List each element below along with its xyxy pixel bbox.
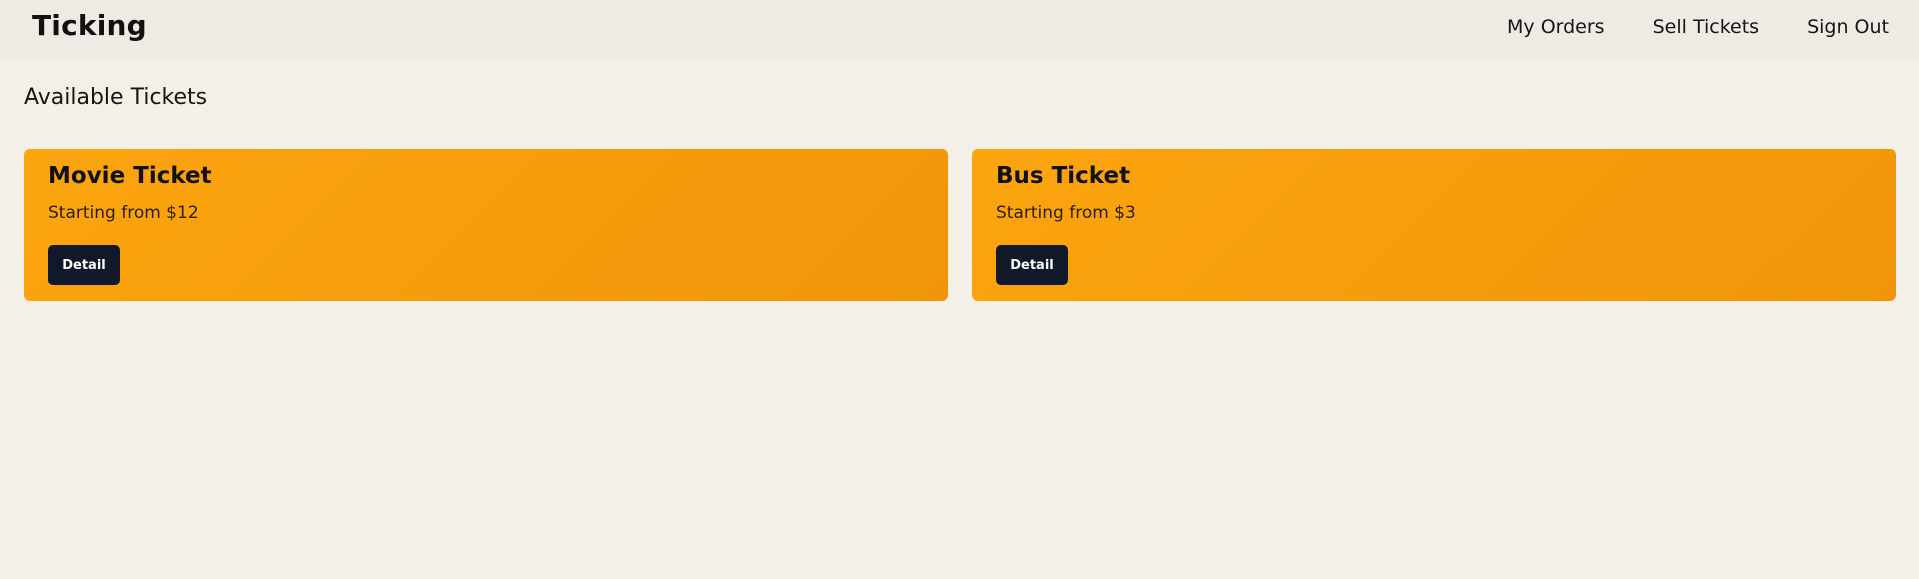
detail-button-movie[interactable]: Detail xyxy=(48,245,120,285)
ticket-card-movie: Movie Ticket Starting from $12 Detail xyxy=(24,149,948,301)
top-navbar: Ticking My Orders Sell Tickets Sign Out xyxy=(0,0,1919,60)
ticket-name: Bus Ticket xyxy=(996,163,1131,189)
ticket-name: Movie Ticket xyxy=(48,163,212,189)
ticket-card-bus: Bus Ticket Starting from $3 Detail xyxy=(972,149,1896,301)
ticket-price: Starting from $12 xyxy=(48,203,199,223)
nav-link-sign-out[interactable]: Sign Out xyxy=(1807,16,1889,38)
page-title: Available Tickets xyxy=(24,85,208,110)
nav-link-my-orders[interactable]: My Orders xyxy=(1507,16,1605,38)
ticket-grid: Movie Ticket Starting from $12 Detail Bu… xyxy=(24,149,1896,301)
brand-logo-text[interactable]: Ticking xyxy=(32,9,147,42)
nav-links: My Orders Sell Tickets Sign Out xyxy=(1507,16,1889,38)
detail-button-bus[interactable]: Detail xyxy=(996,245,1068,285)
ticket-price: Starting from $3 xyxy=(996,203,1136,223)
nav-link-sell-tickets[interactable]: Sell Tickets xyxy=(1653,16,1759,38)
